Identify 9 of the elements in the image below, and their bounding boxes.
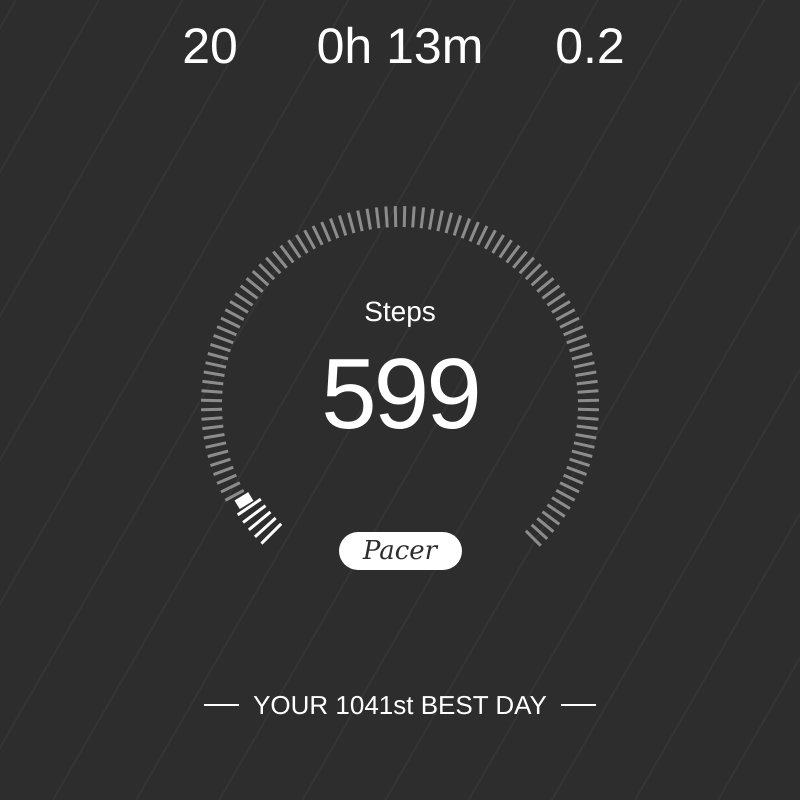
- pacer-logo: Pacer: [338, 532, 462, 570]
- gauge-marker: [234, 492, 254, 510]
- best-day-text: YOUR 1041st BEST DAY: [253, 689, 547, 721]
- stat-value: 0.2: [555, 17, 625, 76]
- steps-count: 599: [321, 339, 479, 449]
- stat-value: 0h 13m: [316, 17, 484, 76]
- stat-value: 20: [182, 17, 238, 76]
- steps-label: Steps: [364, 295, 436, 329]
- gauge-fill: [236, 498, 282, 545]
